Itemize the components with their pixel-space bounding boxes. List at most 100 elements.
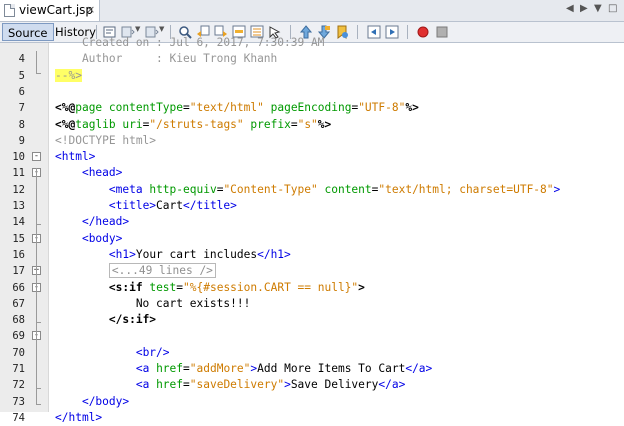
code-line[interactable]: 73 </body>	[0, 394, 624, 410]
line-code: <br/>	[55, 345, 170, 361]
line-number: 68	[12, 314, 25, 327]
code-line[interactable]: 13 <title>Cart</title>	[0, 198, 624, 214]
code-token: "/struts-tags"	[149, 117, 244, 131]
code-token: %>	[405, 101, 419, 115]
scroll-left-icon[interactable]: ◀	[566, 3, 574, 14]
maximize-window-icon[interactable]: □	[608, 3, 617, 14]
code-token: >	[553, 182, 561, 196]
code-token: >	[358, 280, 365, 294]
code-token: "addMore"	[189, 362, 251, 375]
line-code: </body>	[55, 394, 129, 410]
code-token: Author : Kieu Trong Khanh	[55, 52, 278, 66]
file-tab-viewcart[interactable]: viewCart.jsp ×	[0, 0, 100, 21]
line-number: 17	[12, 265, 25, 278]
line-number: 71	[12, 363, 25, 375]
code-line[interactable]: 16 <h1>Your cart includes</h1>	[0, 247, 624, 263]
code-token: </h1>	[257, 247, 291, 261]
line-code: <body>	[55, 231, 122, 247]
code-token: Cart	[156, 199, 183, 212]
line-code: <%@taglib uri="/struts-tags" prefix="s"%…	[55, 117, 331, 133]
code-editor[interactable]: Created on : Jul 6, 2017, 7:30:39 AM 4 Au…	[0, 36, 624, 424]
collapse-fold-icon[interactable]: -	[32, 152, 41, 162]
line-code: <...49 lines />	[55, 263, 216, 279]
code-token: "text/html"	[189, 101, 264, 115]
close-tab-icon[interactable]: ×	[86, 3, 95, 16]
code-token: page	[75, 101, 103, 115]
scroll-right-icon[interactable]: ▶	[580, 3, 588, 14]
code-line[interactable]: 12 <meta http-equiv="Content-Type" conte…	[0, 182, 624, 198]
line-number: 8	[18, 118, 25, 131]
code-token: "UTF-8"	[358, 101, 406, 115]
code-token: =	[290, 117, 298, 131]
line-code: <h1>Your cart includes</h1>	[55, 247, 291, 263]
code-token: <title>	[108, 199, 157, 212]
code-line[interactable]: 74 </html>	[0, 410, 624, 426]
code-line[interactable]: 8 <%@taglib uri="/struts-tags" prefix="s"…	[0, 117, 624, 133]
code-token: <!DOCTYPE html>	[55, 133, 157, 147]
code-token: Save Delivery	[290, 378, 379, 392]
code-token: No cart exists!!!	[55, 296, 251, 310]
fold-guide-end	[36, 388, 41, 389]
code-line[interactable]: 72 <a href="saveDelivery">Save Delivery<…	[0, 377, 624, 393]
code-line[interactable]: 69-	[0, 328, 624, 344]
code-token: </a>	[405, 362, 433, 375]
code-line[interactable]: 17+ <...49 lines />	[0, 263, 624, 279]
line-number: 16	[12, 248, 25, 261]
code-line[interactable]: Created on : Jul 6, 2017, 7:30:39 AM	[0, 35, 624, 51]
code-line[interactable]: 67 No cart exists!!!	[0, 296, 624, 312]
line-number: 4	[18, 53, 25, 66]
code-line[interactable]: 10- <html>	[0, 149, 624, 165]
code-line[interactable]: 70 <br/>	[0, 345, 624, 361]
code-token: "text/html; charset=UTF-8"	[378, 182, 554, 196]
line-number: 12	[12, 183, 25, 196]
code-line[interactable]: 11- <head>	[0, 165, 624, 181]
code-line[interactable]: 66- <s:if test="%{#session.CART == null}…	[0, 280, 624, 296]
line-number: 5	[18, 69, 25, 82]
code-line[interactable]: 68 </s:if>	[0, 312, 624, 328]
code-token: <head>	[81, 166, 123, 180]
line-code: </html>	[55, 410, 102, 426]
code-line[interactable]: 71 <a href="addMore">Add More Items To C…	[0, 361, 624, 377]
code-line[interactable]: 9 <!DOCTYPE html>	[0, 133, 624, 149]
code-token: =	[183, 362, 190, 375]
line-code: <a href="saveDelivery">Save Delivery</a>	[55, 377, 406, 393]
line-number: 73	[12, 395, 25, 408]
code-token: pageEncoding	[270, 101, 352, 115]
code-token: contentType	[108, 101, 184, 115]
line-number: 6	[18, 85, 25, 98]
code-line[interactable]: 15- <body>	[0, 231, 624, 247]
code-line[interactable]: 7 <%@page contentType="text/html" pageEnc…	[0, 100, 624, 116]
fold-guide	[36, 184, 37, 224]
code-line[interactable]: 4 Author : Kieu Trong Khanh	[0, 51, 624, 67]
code-token: "%{#session.CART == null}"	[183, 280, 359, 294]
fold-guide-end	[36, 224, 41, 225]
code-line[interactable]: 14 </head>	[0, 214, 624, 230]
fold-guide	[36, 51, 37, 73]
code-token: "s"	[297, 117, 318, 131]
code-line[interactable]: 6	[0, 84, 624, 100]
code-token: <%@	[55, 101, 76, 115]
code-token: "Content-Type"	[223, 182, 318, 196]
code-token: href	[156, 378, 184, 392]
code-token: <%@	[55, 117, 76, 131]
code-token: href	[156, 362, 184, 375]
code-token: content	[324, 182, 372, 196]
code-line[interactable]: 5 --%>	[0, 68, 624, 84]
line-code: --%>	[55, 68, 82, 84]
show-opened-documents-icon[interactable]: ▼	[594, 3, 602, 14]
code-token: <h1>	[108, 247, 136, 261]
line-number: 10	[12, 151, 25, 164]
code-token: </body>	[81, 394, 130, 408]
line-number: 67	[12, 297, 25, 310]
fold-guide-end	[36, 73, 41, 74]
line-number: 66	[12, 281, 25, 294]
code-token: Add More Items To Cart	[257, 362, 406, 375]
